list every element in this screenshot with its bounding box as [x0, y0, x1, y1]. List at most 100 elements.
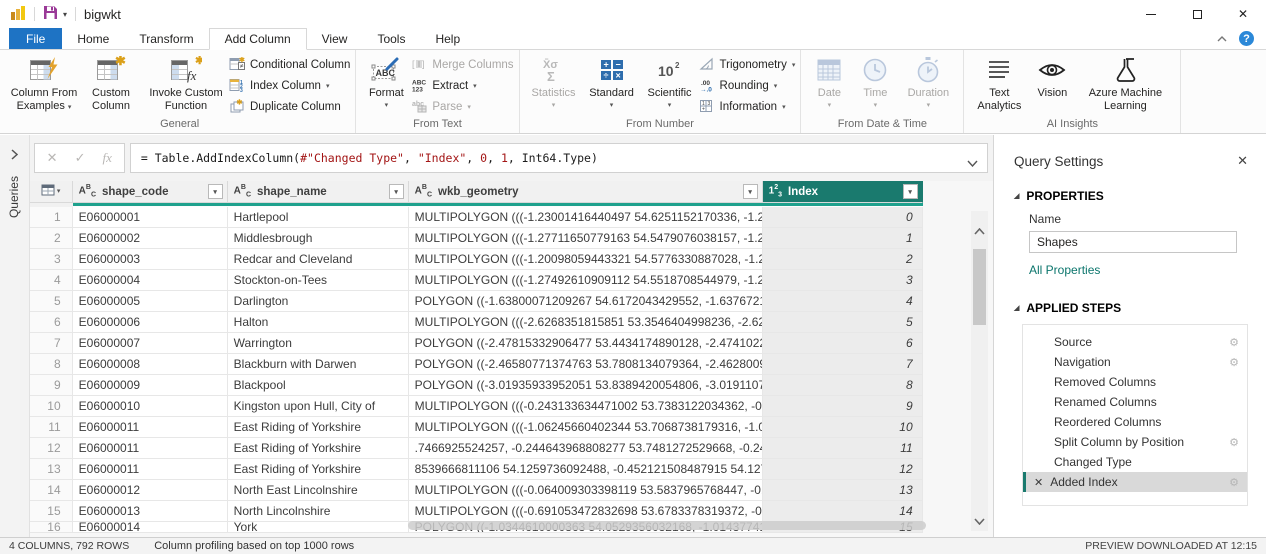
applied-step-removed-columns[interactable]: Removed Columns [1023, 372, 1247, 392]
applied-step-renamed-columns[interactable]: Renamed Columns [1023, 392, 1247, 412]
cell-index[interactable]: 1 [763, 228, 923, 249]
column-header-wkb_geometry[interactable]: ABCwkb_geometry▾ [409, 181, 763, 203]
format-button[interactable]: ABC Format ▾ [361, 50, 411, 109]
cell-index[interactable]: 4 [763, 291, 923, 312]
step-gear-icon[interactable]: ⚙ [1229, 436, 1239, 449]
cell-index[interactable]: 9 [763, 396, 923, 417]
invoke-custom-function-button[interactable]: ✱fx Invoke Custom Function [143, 50, 229, 113]
cell-shape-code[interactable]: E06000005 [73, 291, 228, 312]
cell-wkb-geometry[interactable]: POLYGON ((-1.63800071209267 54.617204342… [409, 291, 763, 312]
help-button[interactable]: ? [1239, 31, 1254, 46]
cell-shape-code[interactable]: E06000004 [73, 270, 228, 291]
column-from-examples-button[interactable]: Column From Examples ▾ [9, 50, 79, 113]
cell-wkb-geometry[interactable]: MULTIPOLYGON (((-2.6268351815851 53.3546… [409, 312, 763, 333]
tab-home[interactable]: Home [62, 28, 124, 49]
row-number[interactable]: 1 [30, 207, 73, 228]
cell-index[interactable]: 6 [763, 333, 923, 354]
row-number[interactable]: 4 [30, 270, 73, 291]
cell-shape-code[interactable]: E06000009 [73, 375, 228, 396]
cell-index[interactable]: 7 [763, 354, 923, 375]
save-dropdown-icon[interactable]: ▾ [63, 10, 67, 19]
column-header-shape_code[interactable]: ABCshape_code▾ [73, 181, 228, 203]
applied-steps-section-header[interactable]: ◢ APPLIED STEPS [1014, 301, 1248, 315]
applied-step-reordered-columns[interactable]: Reordered Columns [1023, 412, 1247, 432]
cell-shape-name[interactable]: Halton [228, 312, 409, 333]
tab-add-column[interactable]: Add Column [209, 28, 307, 50]
queries-expand-icon[interactable] [11, 149, 18, 160]
column-header-shape_name[interactable]: ABCshape_name▾ [228, 181, 409, 203]
cell-wkb-geometry[interactable]: MULTIPOLYGON (((-1.06245660402344 53.706… [409, 417, 763, 438]
row-number[interactable]: 10 [30, 396, 73, 417]
cell-shape-code[interactable]: E06000001 [73, 207, 228, 228]
filter-dropdown-icon[interactable]: ▾ [389, 184, 404, 199]
cell-shape-name[interactable]: East Riding of Yorkshire [228, 459, 409, 480]
information-button[interactable]: 13+ Information ▾ [699, 99, 796, 115]
cell-shape-name[interactable]: Blackpool [228, 375, 409, 396]
cell-shape-code[interactable]: E06000012 [73, 480, 228, 501]
row-number[interactable]: 13 [30, 459, 73, 480]
step-gear-icon[interactable]: ⚙ [1229, 476, 1239, 489]
cell-wkb-geometry[interactable]: 8539666811106 54.1259736092488, -0.45212… [409, 459, 763, 480]
cell-wkb-geometry[interactable]: .7466925524257, -0.244643968808277 53.74… [409, 438, 763, 459]
cell-shape-name[interactable]: Darlington [228, 291, 409, 312]
cell-wkb-geometry[interactable]: MULTIPOLYGON (((-0.064009303398119 53.58… [409, 480, 763, 501]
cell-shape-code[interactable]: E06000008 [73, 354, 228, 375]
cell-shape-code[interactable]: E06000011 [73, 417, 228, 438]
scroll-down-icon[interactable] [971, 513, 988, 529]
properties-section-header[interactable]: ◢ PROPERTIES [1014, 189, 1248, 203]
step-delete-icon[interactable]: ✕ [1034, 476, 1043, 489]
row-number[interactable]: 9 [30, 375, 73, 396]
tab-view[interactable]: View [307, 28, 363, 49]
scroll-up-icon[interactable] [971, 223, 988, 239]
close-button[interactable]: ✕ [1220, 0, 1266, 28]
formula-cancel-icon[interactable]: ✕ [47, 150, 58, 166]
cell-wkb-geometry[interactable]: POLYGON ((-2.47815332906477 53.443417489… [409, 333, 763, 354]
cell-wkb-geometry[interactable]: MULTIPOLYGON (((-1.20098059443321 54.577… [409, 249, 763, 270]
row-number[interactable]: 15 [30, 501, 73, 522]
column-profiling-status[interactable]: Column profiling based on top 1000 rows [154, 540, 354, 552]
cell-wkb-geometry[interactable]: MULTIPOLYGON (((-1.23001416440497 54.625… [409, 207, 763, 228]
row-number[interactable]: 3 [30, 249, 73, 270]
select-all-corner[interactable]: ▾ [30, 181, 73, 203]
save-icon[interactable] [43, 5, 58, 23]
cell-shape-code[interactable]: E06000003 [73, 249, 228, 270]
scientific-button[interactable]: 102 Scientific ▾ [641, 50, 699, 109]
cell-wkb-geometry[interactable]: POLYGON ((-3.01935933952051 53.838942005… [409, 375, 763, 396]
cell-index[interactable]: 8 [763, 375, 923, 396]
vertical-scrollbar-thumb[interactable] [973, 249, 986, 325]
row-number[interactable]: 5 [30, 291, 73, 312]
formula-expand-icon[interactable] [967, 156, 978, 170]
formula-input[interactable]: = Table.AddIndexColumn(#"Changed Type", … [130, 143, 988, 173]
cell-wkb-geometry[interactable]: POLYGON ((-2.46580771374763 53.780813407… [409, 354, 763, 375]
cell-shape-name[interactable]: York [228, 522, 409, 533]
applied-step-navigation[interactable]: Navigation⚙ [1023, 352, 1247, 372]
row-number[interactable]: 8 [30, 354, 73, 375]
applied-step-changed-type[interactable]: Changed Type [1023, 452, 1247, 472]
tab-tools[interactable]: Tools [362, 28, 420, 49]
query-settings-close-icon[interactable]: ✕ [1237, 153, 1248, 169]
cell-index[interactable]: 14 [763, 501, 923, 522]
formula-check-icon[interactable]: ✓ [75, 150, 86, 166]
cell-index[interactable]: 10 [763, 417, 923, 438]
minimize-button[interactable] [1128, 0, 1174, 28]
cell-wkb-geometry[interactable]: MULTIPOLYGON (((-0.691053472832698 53.67… [409, 501, 763, 522]
cell-shape-name[interactable]: East Riding of Yorkshire [228, 417, 409, 438]
cell-index[interactable]: 13 [763, 480, 923, 501]
cell-shape-code[interactable]: E06000006 [73, 312, 228, 333]
cell-index[interactable]: 3 [763, 270, 923, 291]
all-properties-link[interactable]: All Properties [1029, 263, 1248, 277]
cell-shape-code[interactable]: E06000013 [73, 501, 228, 522]
applied-step-source[interactable]: Source⚙ [1023, 332, 1247, 352]
cell-shape-name[interactable]: North East Lincolnshire [228, 480, 409, 501]
tab-transform[interactable]: Transform [124, 28, 208, 49]
cell-shape-code[interactable]: E06000014 [73, 522, 228, 533]
rounding-button[interactable]: .00→.0 Rounding ▾ [699, 78, 796, 94]
cell-shape-code[interactable]: E06000007 [73, 333, 228, 354]
cell-shape-name[interactable]: Blackburn with Darwen [228, 354, 409, 375]
trigonometry-button[interactable]: Trigonometry ▾ [699, 57, 796, 73]
cell-shape-code[interactable]: E06000010 [73, 396, 228, 417]
cell-shape-name[interactable]: Hartlepool [228, 207, 409, 228]
applied-step-split-column-by-position[interactable]: Split Column by Position⚙ [1023, 432, 1247, 452]
column-header-Index[interactable]: 123Index▾ [763, 181, 923, 203]
vision-button[interactable]: Vision [1029, 50, 1075, 100]
